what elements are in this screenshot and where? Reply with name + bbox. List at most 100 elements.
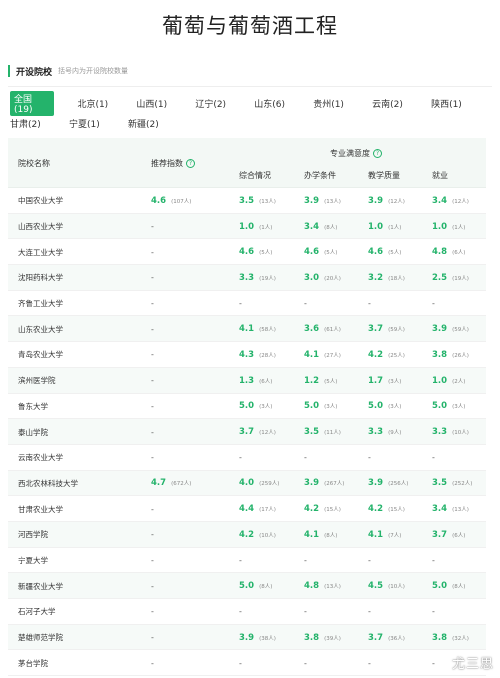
teaching-cell: 3.7 (59人) <box>368 316 405 342</box>
rater-count: (672人) <box>171 481 192 488</box>
table-row[interactable]: 大连工业大学 - 4.6 (5人) 4.6 (5人) 4.6 (5人) 4.8 (6人) <box>8 239 486 266</box>
table-row[interactable]: 新疆农业大学 - 5.0 (8人) 4.8 (13人) 4.5 (10人) 5.0 (8人) <box>8 573 486 599</box>
rater-count: (59人) <box>388 327 405 334</box>
province-tab-shaanxi[interactable]: 陕西(1) <box>431 97 490 110</box>
recommend-cell: - <box>151 419 154 445</box>
province-tab-liaoning[interactable]: 辽宁(2) <box>195 97 254 110</box>
school-name[interactable]: 山东农业大学 <box>18 316 63 342</box>
school-name[interactable]: 西北农林科技大学 <box>18 471 78 497</box>
province-tab-all[interactable]: 全国(19) <box>10 90 55 116</box>
facility-cell: 4.6 (5人) <box>304 239 337 265</box>
teaching-cell: - <box>368 291 371 317</box>
rater-count: (36人) <box>388 635 405 642</box>
score-value: 3.9 <box>304 195 320 206</box>
overall-cell: 1.0 (1人) <box>239 214 272 240</box>
score-value: - <box>151 504 154 514</box>
recommend-cell: 4.6 (107人) <box>151 188 191 214</box>
section-header: 开设院校 括号内为开设院校数量 <box>8 64 128 78</box>
school-name[interactable]: 楚雄师范学院 <box>18 625 63 651</box>
school-name[interactable]: 新疆农业大学 <box>18 573 63 599</box>
table-row[interactable]: 云南农业大学 - - - - - <box>8 445 486 471</box>
table-row[interactable]: 西北农林科技大学 4.7 (672人) 4.0 (259人) 3.9 (267人) 3.9 (2… <box>8 470 486 497</box>
school-name[interactable]: 甘肃农业大学 <box>18 496 63 522</box>
school-name[interactable]: 大连工业大学 <box>18 239 63 265</box>
school-name[interactable]: 鲁东大学 <box>18 394 48 420</box>
table-row[interactable]: 青岛农业大学 - 4.3 (28人) 4.1 (27人) 4.2 (25人) 3.8 (26人) <box>8 342 486 368</box>
rater-count: (12人) <box>259 430 276 437</box>
province-tab-xinjiang[interactable]: 新疆(2) <box>128 117 187 130</box>
school-name[interactable]: 山西农业大学 <box>18 214 63 240</box>
score-value: 4.4 <box>239 504 255 515</box>
school-name[interactable]: 宁夏大学 <box>18 548 48 574</box>
rater-count: (26人) <box>452 352 469 359</box>
table-row[interactable]: 山东农业大学 - 4.1 (58人) 3.6 (61人) 3.7 (59人) 3.9 (59人) <box>8 316 486 343</box>
school-name[interactable]: 沈阳药科大学 <box>18 265 63 291</box>
score-value: 4.8 <box>432 247 448 258</box>
table-row[interactable]: 沈阳药科大学 - 3.3 (19人) 3.0 (20人) 3.2 (18人) 2.5 (19人) <box>8 265 486 291</box>
table-row[interactable]: 滨州医学院 - 1.3 (6人) 1.2 (5人) 1.7 (3人) 1.0 (2人) <box>8 367 486 394</box>
school-name[interactable]: 泰山学院 <box>18 419 48 445</box>
rater-count: (38人) <box>259 635 276 642</box>
facility-cell: 4.8 (13人) <box>304 573 341 599</box>
employment-cell: 3.7 (6人) <box>432 522 465 548</box>
school-name[interactable]: 中国农业大学 <box>18 188 63 214</box>
score-value: - <box>368 555 371 565</box>
table-row[interactable]: 石河子大学 - - - - - <box>8 599 486 625</box>
employment-cell: 3.4 (12人) <box>432 188 469 214</box>
province-tab-ningxia[interactable]: 宁夏(1) <box>69 117 128 130</box>
score-value: - <box>432 555 435 565</box>
facility-cell: - <box>304 599 307 625</box>
employment-cell: - <box>432 599 435 625</box>
score-value: - <box>239 607 242 617</box>
score-value: 4.2 <box>368 504 384 515</box>
rater-count: (7人) <box>388 532 402 539</box>
score-value: - <box>432 658 435 668</box>
school-name[interactable]: 云南农业大学 <box>18 445 63 471</box>
table-row[interactable]: 鲁东大学 - 5.0 (3人) 5.0 (3人) 5.0 (3人) 5.0 (3人) <box>8 394 486 420</box>
table-row[interactable]: 茅台学院 - - - - - <box>8 650 486 677</box>
table-row[interactable]: 中国农业大学 4.6 (107人) 3.5 (13人) 3.9 (13人) 3.9 (12人) 3… <box>8 188 486 214</box>
score-value: 3.4 <box>432 195 448 206</box>
school-name[interactable]: 茅台学院 <box>18 650 48 676</box>
rater-count: (8人) <box>452 584 466 591</box>
province-tab-beijing[interactable]: 北京(1) <box>77 97 136 110</box>
score-value: 4.6 <box>368 247 384 258</box>
score-value: - <box>151 427 154 437</box>
school-name[interactable]: 河西学院 <box>18 522 48 548</box>
table-row[interactable]: 泰山学院 - 3.7 (12人) 3.5 (11人) 3.3 (9人) 3.3 (10人) <box>8 419 486 445</box>
score-value: 1.3 <box>239 375 255 386</box>
table-row[interactable]: 山西农业大学 - 1.0 (1人) 3.4 (8人) 1.0 (1人) 1.0 (1人) <box>8 213 486 240</box>
table-row[interactable]: 宁夏大学 - - - - - <box>8 548 486 574</box>
province-tab-shandong[interactable]: 山东(6) <box>254 97 313 110</box>
overall-cell: 4.6 (5人) <box>239 239 272 265</box>
score-value: 3.7 <box>432 529 448 540</box>
school-name[interactable]: 石河子大学 <box>18 599 56 625</box>
table-row[interactable]: 甘肃农业大学 - 4.4 (17人) 4.2 (15人) 4.2 (15人) 3.4 (13人) <box>8 496 486 522</box>
province-tab-gansu[interactable]: 甘肃(2) <box>10 117 69 130</box>
province-row-1: 全国(19) 北京(1) 山西(1) 辽宁(2) 山东(6) 贵州(1) 云南(… <box>10 90 490 116</box>
rater-count: (59人) <box>452 327 469 334</box>
rater-count: (13人) <box>259 198 276 205</box>
school-name[interactable]: 滨州医学院 <box>18 368 56 394</box>
score-value: 4.1 <box>304 349 320 360</box>
school-name[interactable]: 齐鲁工业大学 <box>18 291 63 317</box>
table-row[interactable]: 楚雄师范学院 - 3.9 (38人) 3.8 (39人) 3.7 (36人) 3.8 (32人) <box>8 624 486 651</box>
teaching-cell: 3.9 (256人) <box>368 471 408 497</box>
score-value: 4.6 <box>304 247 320 258</box>
table-body: 中国农业大学 4.6 (107人) 3.5 (13人) 3.9 (13人) 3.9 (12人) 3… <box>8 188 486 677</box>
province-tab-guizhou[interactable]: 贵州(1) <box>313 97 372 110</box>
score-value: - <box>151 633 154 643</box>
rater-count: (20人) <box>324 275 341 282</box>
question-circle-icon[interactable]: ? <box>373 149 382 158</box>
table-row[interactable]: 齐鲁工业大学 - - - - - <box>8 291 486 317</box>
question-circle-icon[interactable]: ? <box>186 159 195 168</box>
score-value: - <box>151 607 154 617</box>
score-value: - <box>151 247 154 257</box>
table-row[interactable]: 河西学院 - 4.2 (10人) 4.1 (8人) 4.1 (7人) 3.7 (6人) <box>8 521 486 548</box>
school-name[interactable]: 青岛农业大学 <box>18 342 63 368</box>
facility-cell: - <box>304 650 307 676</box>
rater-count: (6人) <box>259 378 273 385</box>
province-tab-yunnan[interactable]: 云南(2) <box>372 97 431 110</box>
province-tab-shanxi[interactable]: 山西(1) <box>136 97 195 110</box>
score-value: - <box>151 222 154 232</box>
